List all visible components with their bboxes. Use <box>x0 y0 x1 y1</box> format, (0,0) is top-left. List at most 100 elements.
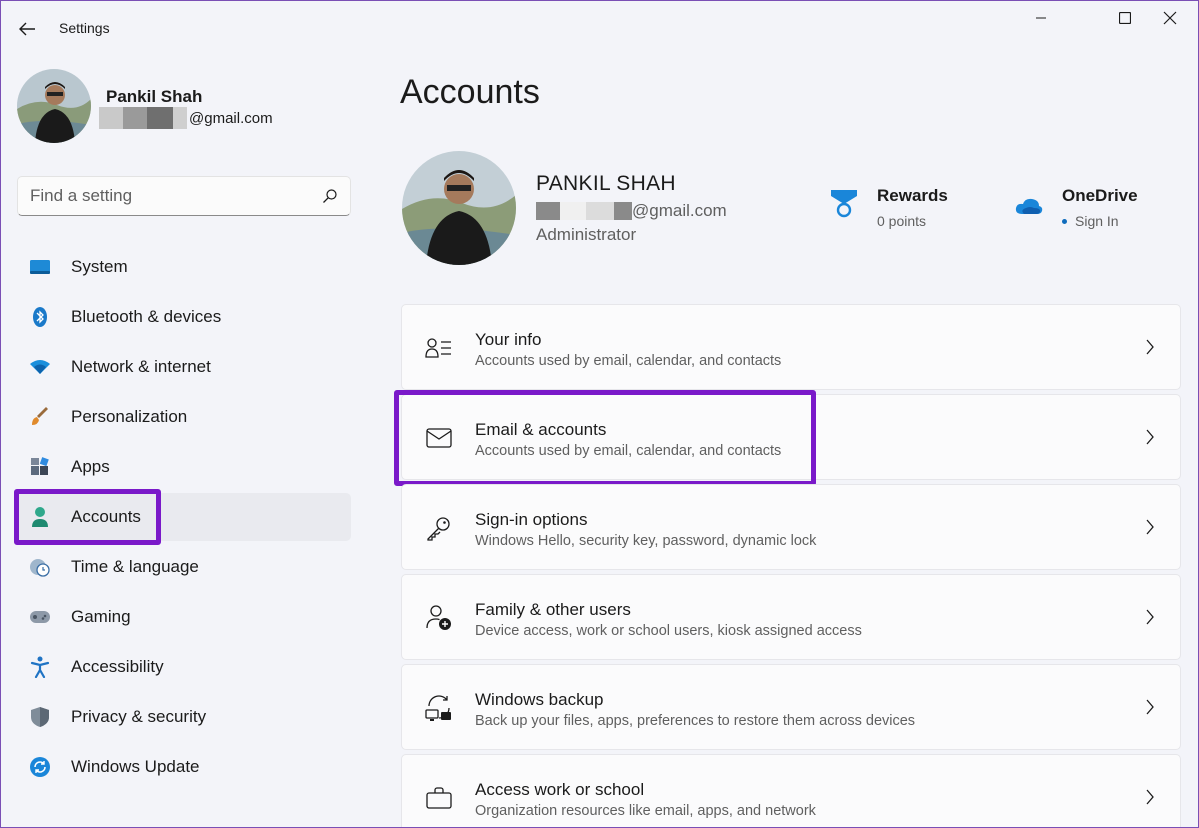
card-subtitle: Windows Hello, security key, password, d… <box>475 533 817 549</box>
briefcase-icon <box>424 783 454 813</box>
onedrive-title: OneDrive <box>1062 186 1138 205</box>
search-box[interactable] <box>17 176 351 216</box>
account-name: PANKIL SHAH <box>536 172 676 195</box>
update-icon <box>29 756 51 778</box>
sidebar-item-label: Windows Update <box>71 757 200 776</box>
bluetooth-icon <box>29 306 51 328</box>
card-access-work-school[interactable]: Access work or school Organization resou… <box>401 754 1181 827</box>
account-role: Administrator <box>536 225 637 244</box>
sidebar-item-label: Apps <box>71 457 110 476</box>
avatar[interactable] <box>17 69 91 143</box>
sidebar-item-windows-update[interactable]: Windows Update <box>17 743 351 791</box>
card-title: Access work or school <box>475 780 645 799</box>
redacted-block <box>560 202 586 220</box>
sidebar-item-personalization[interactable]: Personalization <box>17 393 351 441</box>
sidebar-item-label: Time & language <box>71 557 199 576</box>
back-arrow-icon <box>19 22 35 36</box>
card-subtitle: Device access, work or school users, kio… <box>475 623 862 639</box>
card-subtitle: Back up your files, apps, preferences to… <box>475 713 916 729</box>
redacted-block <box>586 202 614 220</box>
person-icon <box>29 506 51 528</box>
mail-icon <box>424 423 454 453</box>
chevron-right-icon <box>1142 337 1158 357</box>
sidebar-item-network[interactable]: Network & internet <box>17 343 351 391</box>
redacted-block <box>123 107 147 129</box>
account-avatar[interactable] <box>402 151 516 265</box>
sidebar-item-label: Accessibility <box>71 657 164 676</box>
chevron-right-icon <box>1142 787 1158 807</box>
sidebar-item-accessibility[interactable]: Accessibility <box>17 643 351 691</box>
card-subtitle: Accounts used by email, calendar, and co… <box>475 353 782 369</box>
card-family-other-users[interactable]: Family & other users Device access, work… <box>401 574 1181 660</box>
accessibility-icon <box>29 656 51 678</box>
profile-name: Pankil Shah <box>106 87 203 106</box>
back-button[interactable] <box>13 15 41 43</box>
chevron-right-icon <box>1142 517 1158 537</box>
profile-email: @gmail.com <box>189 109 273 127</box>
card-windows-backup[interactable]: Windows backup Back up your files, apps,… <box>401 664 1181 750</box>
search-input[interactable] <box>30 186 322 206</box>
settings-window: Settings Pankil Shah @gmail.com Find a s… <box>0 0 1199 828</box>
sidebar-item-gaming[interactable]: Gaming <box>17 593 351 641</box>
title-bar: Settings <box>1 1 1198 55</box>
account-email: @gmail.com <box>632 201 727 220</box>
card-subtitle: Organization resources like email, apps,… <box>475 803 816 819</box>
sidebar-item-label: Bluetooth & devices <box>71 307 222 326</box>
sidebar-item-apps[interactable]: Apps <box>17 443 351 491</box>
close-icon <box>1163 11 1177 25</box>
card-title: Windows backup <box>475 690 604 709</box>
monitor-icon <box>29 256 51 278</box>
card-title: Your info <box>475 330 542 349</box>
onedrive-status: Sign In <box>1062 213 1119 229</box>
rewards-title: Rewards <box>877 186 948 205</box>
apps-icon <box>29 456 51 478</box>
card-subtitle: Accounts used by email, calendar, and co… <box>475 443 782 459</box>
profile-email-row: @gmail.com <box>99 107 273 129</box>
minimize-button[interactable] <box>1011 1 1071 35</box>
sidebar-item-label: System <box>71 257 128 276</box>
onedrive-cloud-icon <box>1015 198 1043 214</box>
search-icon <box>323 189 337 203</box>
card-sign-in-options[interactable]: Sign-in options Windows Hello, security … <box>401 484 1181 570</box>
page-title: Accounts <box>400 73 540 111</box>
card-title: Family & other users <box>475 600 631 619</box>
backup-icon <box>424 693 454 723</box>
redacted-block <box>614 202 632 220</box>
minimize-icon <box>1036 17 1046 19</box>
card-your-info[interactable]: Your info Accounts used by email, calend… <box>401 304 1181 390</box>
add-person-icon <box>424 603 454 633</box>
app-title: Settings <box>59 20 110 36</box>
shield-icon <box>29 706 51 728</box>
maximize-icon <box>1119 12 1131 24</box>
redacted-block <box>99 107 123 129</box>
redacted-block <box>536 202 560 220</box>
rewards-points: 0 points <box>877 213 927 229</box>
sidebar-item-label: Privacy & security <box>71 707 207 726</box>
sidebar-item-label: Personalization <box>71 407 188 426</box>
close-button[interactable] <box>1140 1 1198 35</box>
sidebar-item-label: Network & internet <box>71 357 211 376</box>
sidebar-item-bluetooth[interactable]: Bluetooth & devices <box>17 293 351 341</box>
rewards-link[interactable]: Rewards 0 points <box>829 186 948 229</box>
card-title: Sign-in options <box>475 510 588 529</box>
redacted-block <box>173 107 187 129</box>
chevron-right-icon <box>1142 427 1158 447</box>
sidebar-item-system[interactable]: System <box>17 243 351 291</box>
person-list-icon <box>424 333 454 363</box>
chevron-right-icon <box>1142 607 1158 627</box>
account-photo <box>402 151 516 265</box>
settings-card-list: Your info Accounts used by email, calend… <box>394 304 1181 827</box>
wifi-icon <box>29 356 51 378</box>
sidebar-item-time-language[interactable]: Time & language <box>17 543 351 591</box>
clock-globe-icon <box>29 556 51 578</box>
status-dot <box>1062 218 1067 224</box>
rewards-icon <box>831 190 857 218</box>
account-email-row: @gmail.com <box>536 200 727 222</box>
onedrive-signin-label: Sign In <box>1075 213 1119 229</box>
sidebar-nav: System Bluetooth & devices Network & int… <box>14 243 351 793</box>
card-email-accounts[interactable]: Email & accounts Accounts used by email,… <box>394 390 1181 486</box>
sidebar-item-privacy[interactable]: Privacy & security <box>17 693 351 741</box>
card-title: Email & accounts <box>475 420 607 439</box>
sidebar-item-accounts[interactable]: Accounts <box>14 489 351 545</box>
profile-photo <box>17 69 91 143</box>
